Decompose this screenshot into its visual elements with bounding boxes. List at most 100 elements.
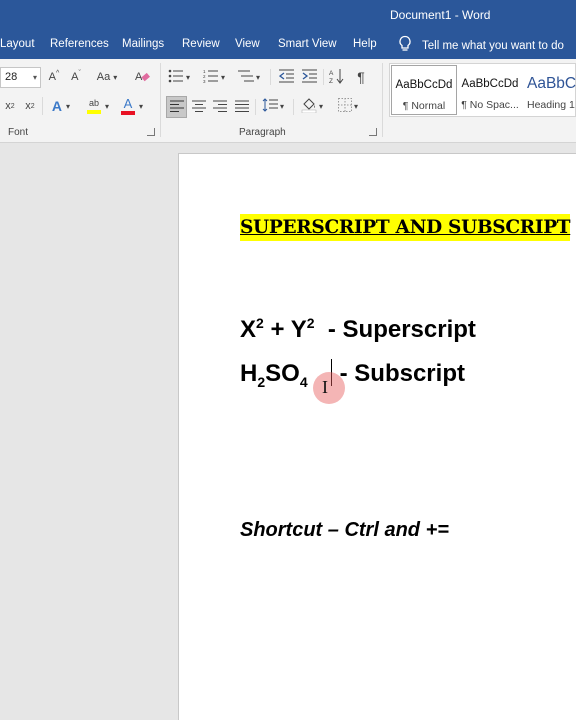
sort-button[interactable]: AZ xyxy=(327,67,345,87)
ribbon-tabs: Layout References Mailings Review View S… xyxy=(0,31,576,59)
shortcut-note: Shortcut – Ctrl and += xyxy=(240,519,449,541)
group-divider xyxy=(160,63,161,137)
superscript-2: 2 xyxy=(306,315,315,331)
text-effects-icon: A xyxy=(51,98,63,114)
tab-smart-view[interactable]: Smart View xyxy=(278,38,337,50)
style-sample: AaBbCcDd xyxy=(395,79,453,91)
chevron-down-icon: ▾ xyxy=(104,101,109,111)
style-name: ¶ No Spac... xyxy=(461,99,519,111)
superscript-button[interactable]: x2 xyxy=(22,96,38,116)
tell-me-box[interactable]: Tell me what you want to do xyxy=(398,35,564,56)
line-spacing-button[interactable]: ▾ xyxy=(259,96,287,116)
numbering-button[interactable]: 1 2 3 ▾ xyxy=(201,67,227,87)
justify-button[interactable] xyxy=(233,97,251,117)
font-dialog-launcher-icon[interactable] xyxy=(147,128,155,136)
eraser-icon: A xyxy=(134,68,150,87)
document-page[interactable]: SUPERSCRIPT AND SUBSCRIPT X2 + Y2 - Supe… xyxy=(178,153,576,720)
borders-icon xyxy=(337,97,352,115)
chevron-down-icon: ▾ xyxy=(255,72,260,82)
subscript-example: H2SO4 - Subscript xyxy=(240,360,465,390)
font-color-icon: A xyxy=(120,97,135,115)
style-sample: AaBbCcDd xyxy=(461,78,519,90)
borders-button[interactable]: ▾ xyxy=(334,96,362,116)
base-y: Y xyxy=(290,316,307,343)
divider xyxy=(293,99,294,115)
superscript-mark: 2 xyxy=(30,102,35,110)
chevron-down-icon: ▾ xyxy=(185,72,190,82)
tab-layout[interactable]: Layout xyxy=(0,38,35,50)
chevron-down-icon: ▾ xyxy=(353,101,358,111)
style-name: ¶ Normal xyxy=(402,100,446,112)
show-formatting-marks-button[interactable]: ¶ xyxy=(353,67,369,87)
chevron-down-icon: ▾ xyxy=(66,101,71,111)
chevron-down-icon: ▾ xyxy=(113,72,118,82)
shrink-font-label: A xyxy=(71,71,79,83)
window-title: Document1 - Word xyxy=(390,8,491,22)
decrease-indent-button[interactable] xyxy=(277,67,295,87)
tab-references[interactable]: References xyxy=(50,38,109,50)
subscript-mark: 2 xyxy=(10,102,15,110)
increase-indent-button[interactable] xyxy=(300,67,318,87)
shading-button[interactable]: ▾ xyxy=(298,96,326,116)
multilevel-list-icon xyxy=(237,69,254,86)
superscript-2: 2 xyxy=(256,315,264,331)
highlight-label: ab xyxy=(88,97,99,108)
divider xyxy=(323,69,324,85)
lightbulb-icon xyxy=(398,35,422,56)
group-divider xyxy=(382,63,383,137)
divider xyxy=(255,99,256,115)
chevron-down-icon: ▾ xyxy=(32,73,37,82)
paint-bucket-icon xyxy=(301,97,317,116)
grow-font-button[interactable]: A ^ xyxy=(46,67,62,87)
align-center-button[interactable] xyxy=(190,97,208,117)
styles-gallery: AaBbCcDd ¶ Normal AaBbCcDd ¶ No Spac... … xyxy=(389,63,576,117)
shrink-font-button[interactable]: Aˇ xyxy=(68,67,84,87)
text-effects-button[interactable]: A ▾ xyxy=(48,96,74,116)
tab-review[interactable]: Review xyxy=(182,38,220,50)
change-case-button[interactable]: Aa ▾ xyxy=(93,67,121,87)
tab-view[interactable]: View xyxy=(235,38,260,50)
word-window: Document1 - Word Layout References Maili… xyxy=(0,0,576,720)
font-size-value: 28 xyxy=(5,71,18,83)
highlight-color-button[interactable]: ab ▾ xyxy=(84,96,112,116)
increase-indent-icon xyxy=(301,69,317,86)
chevron-down-icon: ▾ xyxy=(220,72,225,82)
base-x: X xyxy=(240,316,257,343)
align-center-icon xyxy=(192,100,206,115)
subscript-button[interactable]: x2 xyxy=(2,96,18,116)
pilcrow-icon: ¶ xyxy=(357,69,365,85)
highlighter-icon: ab xyxy=(86,97,101,114)
caret-down-icon: ˇ xyxy=(78,69,81,77)
clear-formatting-button[interactable]: A xyxy=(133,67,151,87)
tell-me-text: Tell me what you want to do xyxy=(422,39,564,52)
change-case-label: Aa xyxy=(96,71,111,83)
document-canvas: SUPERSCRIPT AND SUBSCRIPT X2 + Y2 - Supe… xyxy=(0,143,576,720)
align-right-button[interactable] xyxy=(211,97,229,117)
style-heading-1[interactable]: AaBbC Heading 1 xyxy=(523,65,576,115)
subscript-4: 4 xyxy=(299,373,308,390)
ibeam-cursor-icon: I xyxy=(322,377,328,397)
superscript-example: X2 + Y2 - Superscript xyxy=(240,316,476,344)
grow-font-label: A xyxy=(48,71,57,83)
align-left-button[interactable] xyxy=(166,96,187,118)
bullets-button[interactable]: ▾ xyxy=(166,67,192,87)
style-normal[interactable]: AaBbCcDd ¶ Normal xyxy=(391,65,457,115)
style-name: Heading 1 xyxy=(527,99,575,111)
svg-text:3: 3 xyxy=(203,79,206,83)
decrease-indent-icon xyxy=(278,69,294,86)
chevron-down-icon: ▾ xyxy=(138,101,143,111)
paragraph-dialog-launcher-icon[interactable] xyxy=(369,128,377,136)
font-size-input[interactable]: 28 ▾ xyxy=(0,67,41,88)
numbering-icon: 123 xyxy=(203,69,219,86)
font-color-button[interactable]: A ▾ xyxy=(118,96,146,116)
base-h: H xyxy=(240,360,258,387)
svg-text:Z: Z xyxy=(329,78,333,84)
style-no-spacing[interactable]: AaBbCcDd ¶ No Spac... xyxy=(457,65,523,115)
tab-mailings[interactable]: Mailings xyxy=(122,38,164,50)
svg-text:A: A xyxy=(329,70,334,77)
multilevel-list-button[interactable]: ▾ xyxy=(235,67,263,87)
divider xyxy=(42,97,43,115)
tab-help[interactable]: Help xyxy=(353,38,377,50)
ribbon: 28 ▾ A ^ Aˇ Aa ▾ A x2 x2 A ▾ ab ▾ A ▾ Fo… xyxy=(0,59,576,143)
chevron-down-icon: ▾ xyxy=(318,101,323,111)
